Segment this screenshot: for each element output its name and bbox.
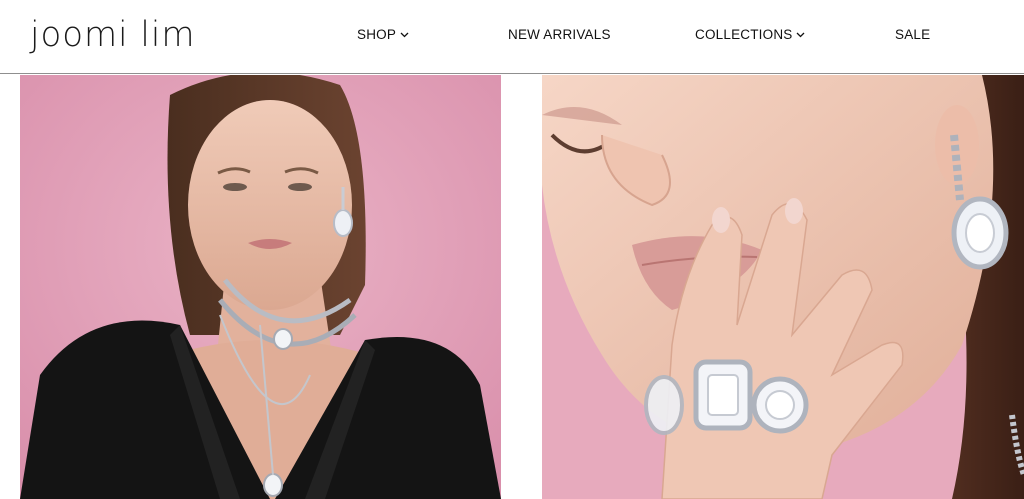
nav-sale-label: SALE xyxy=(895,27,931,42)
site-header: joomi lim SHOP NEW ARRIVALS COLLECTIONS … xyxy=(0,0,1024,74)
hero-image-right[interactable] xyxy=(542,75,1024,499)
nav-new-arrivals-label: NEW ARRIVALS xyxy=(508,27,611,42)
brand-logo[interactable]: joomi lim xyxy=(30,10,195,61)
nav-shop-label: SHOP xyxy=(357,27,397,42)
nav-collections-label: COLLECTIONS xyxy=(695,27,793,42)
nav-sale[interactable]: SALE xyxy=(895,26,930,44)
page: joomi lim SHOP NEW ARRIVALS COLLECTIONS … xyxy=(0,0,1024,499)
nav-collections[interactable]: COLLECTIONS xyxy=(695,26,805,44)
chevron-down-icon xyxy=(797,32,805,38)
nav-new-arrivals[interactable]: NEW ARRIVALS xyxy=(508,26,611,44)
hero-image-left[interactable] xyxy=(20,75,501,499)
chevron-down-icon xyxy=(400,32,409,38)
model-necklace-illustration xyxy=(20,75,501,499)
model-ring-illustration xyxy=(542,75,1024,499)
nav-shop[interactable]: SHOP xyxy=(357,26,409,44)
hero-gutter xyxy=(501,75,542,499)
